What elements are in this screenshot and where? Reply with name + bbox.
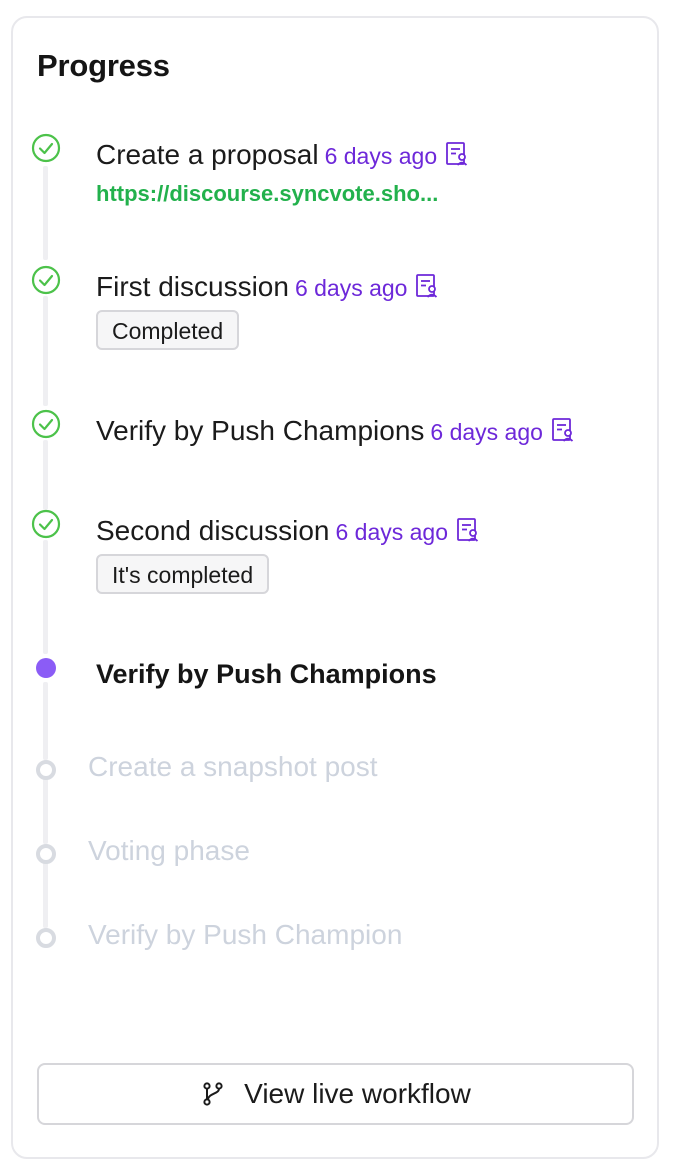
proposal-link[interactable]: https://discourse.syncvote.sho... bbox=[96, 181, 438, 207]
pending-step-title: Voting phase bbox=[88, 835, 250, 866]
timeline-connector bbox=[43, 166, 48, 260]
button-label: View live workflow bbox=[244, 1078, 471, 1109]
git-branch-icon bbox=[203, 1082, 223, 1106]
step-second-discussion: Second discussion 6 days ago bbox=[96, 514, 480, 549]
timeline-connector bbox=[43, 860, 48, 928]
document-icon[interactable] bbox=[456, 517, 480, 543]
check-circle-icon bbox=[31, 265, 61, 295]
check-circle-icon bbox=[31, 509, 61, 539]
step-title: Second discussion bbox=[96, 515, 330, 546]
step-title: Create a proposal bbox=[96, 139, 319, 170]
panel-title: Progress bbox=[37, 48, 170, 83]
step-time: 6 days ago bbox=[430, 419, 543, 445]
pending-step-title: Create a snapshot post bbox=[88, 751, 378, 782]
pending-step-title: Verify by Push Champion bbox=[88, 919, 403, 950]
step-create-proposal: Create a proposal 6 days ago bbox=[96, 138, 469, 173]
step-time: 6 days ago bbox=[294, 275, 408, 301]
check-circle-icon bbox=[31, 409, 61, 439]
view-live-workflow-button[interactable]: View live workflow bbox=[37, 1063, 634, 1125]
timeline-connector bbox=[43, 540, 48, 654]
timeline-connector bbox=[43, 440, 48, 510]
step-verify-push-champions: Verify by Push Champions 6 days ago bbox=[96, 414, 575, 449]
document-icon[interactable] bbox=[445, 141, 469, 167]
step-first-discussion: First discussion 6 days ago bbox=[96, 270, 439, 305]
current-step-dot bbox=[36, 658, 56, 678]
step-title: First discussion bbox=[96, 271, 289, 302]
status-chip: Completed bbox=[96, 310, 240, 350]
pending-step-dot bbox=[36, 928, 56, 948]
status-chip: It's completed bbox=[96, 554, 270, 594]
pending-step-dot bbox=[36, 844, 56, 864]
document-icon[interactable] bbox=[415, 273, 439, 299]
timeline-connector bbox=[43, 776, 48, 844]
timeline-connector bbox=[43, 296, 48, 406]
step-title: Verify by Push Champions bbox=[96, 415, 425, 446]
pending-step-dot bbox=[36, 760, 56, 780]
step-time: 6 days ago bbox=[324, 143, 438, 169]
check-circle-icon bbox=[31, 133, 61, 163]
current-step-title: Verify by Push Champions bbox=[96, 659, 437, 689]
timeline-connector bbox=[43, 682, 48, 760]
step-time: 6 days ago bbox=[335, 519, 449, 545]
document-icon[interactable] bbox=[551, 417, 575, 443]
